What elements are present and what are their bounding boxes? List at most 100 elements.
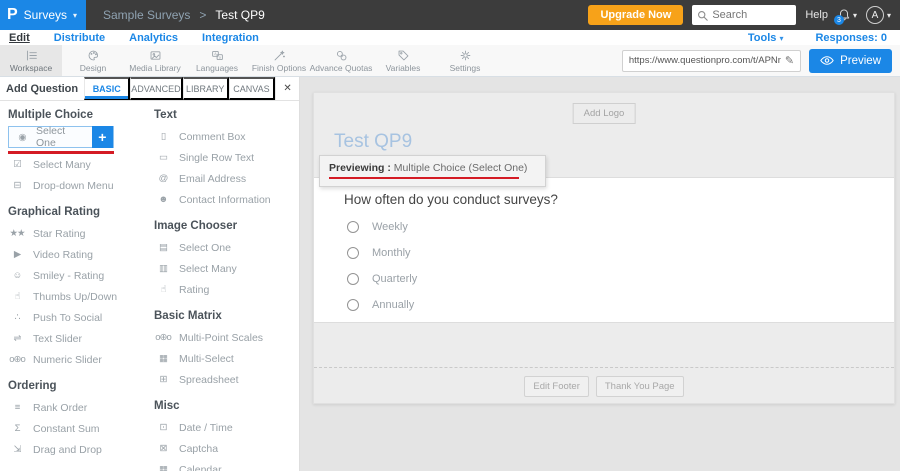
survey-menu-row: Edit Distribute Analytics Integration To… xyxy=(0,30,900,45)
menu-item-edit[interactable]: Edit xyxy=(9,32,30,44)
panel-item-drop-down-menu[interactable]: ⊟ Drop-down Menu xyxy=(8,175,154,196)
previewing-label: Previewing : xyxy=(329,162,391,174)
menu-item-distribute[interactable]: Distribute xyxy=(54,32,105,44)
eye-icon xyxy=(820,55,834,66)
radio-button[interactable] xyxy=(347,273,359,285)
option-row-quarterly: Quarterly xyxy=(347,266,894,292)
question-types-col-1: Multiple Choice ◉ Select One + ☑ Select … xyxy=(8,105,154,471)
media-library-icon xyxy=(149,49,162,62)
footer-dashed-divider xyxy=(314,367,894,368)
add-question-plus-button[interactable]: + xyxy=(92,126,113,148)
top-bar-actions: Upgrade Now Help 3 ▾ A ▾ xyxy=(588,5,900,25)
edit-toolbar: Workspace Design Media Library Aa Langua… xyxy=(0,45,900,77)
breadcrumb-parent[interactable]: Sample Surveys xyxy=(103,8,190,22)
radio-button[interactable] xyxy=(347,299,359,311)
global-search[interactable] xyxy=(692,5,796,25)
panel-item-text-slider[interactable]: ⇌ Text Slider xyxy=(8,328,154,349)
question-preview-panel: How often do you conduct surveys? Weekly… xyxy=(314,177,894,323)
radio-button[interactable] xyxy=(347,221,359,233)
panel-item-calendar[interactable]: ▦ Calendar xyxy=(154,459,299,471)
close-icon[interactable]: ✕ xyxy=(275,77,299,100)
survey-card-footer: Edit Footer Thank You Page xyxy=(314,323,894,403)
breadcrumb-separator: > xyxy=(199,8,206,22)
panel-item-thumbs-up-down[interactable]: ☝ Thumbs Up/Down xyxy=(8,286,154,307)
toolbar-item-languages[interactable]: Aa Languages xyxy=(186,45,248,76)
section-graphical-rating: Graphical Rating ★★ Star Rating ▶ Video … xyxy=(8,206,154,370)
toolbar-item-variables[interactable]: Variables xyxy=(372,45,434,76)
multi-select-icon: ▦ xyxy=(154,353,172,364)
menu-item-integration[interactable]: Integration xyxy=(202,32,259,44)
numeric-slider-icon: o⊕o xyxy=(8,354,26,365)
panel-item-rank-order[interactable]: ≡ Rank Order xyxy=(8,397,154,418)
tab-basic[interactable]: BASIC xyxy=(84,77,130,100)
panel-item-contact-information[interactable]: ☻ Contact Information xyxy=(154,189,299,210)
notification-count-badge: 3 xyxy=(834,15,844,25)
tools-menu[interactable]: Tools ▾ xyxy=(748,32,784,44)
option-row-monthly: Monthly xyxy=(347,240,894,266)
panel-item-video-rating[interactable]: ▶ Video Rating xyxy=(8,244,154,265)
panel-item-multi-select[interactable]: ▦ Multi-Select xyxy=(154,348,299,369)
panel-item-select-one[interactable]: ◉ Select One + xyxy=(8,126,114,148)
comment-box-icon: ▯ xyxy=(154,131,172,142)
panel-item-captcha[interactable]: ⊠ Captcha xyxy=(154,438,299,459)
image-select-many-icon: ▥ xyxy=(154,263,172,274)
footer-buttons: Edit Footer Thank You Page xyxy=(314,376,894,397)
panel-item-image-select-many[interactable]: ▥ Select Many xyxy=(154,258,299,279)
survey-url-input[interactable] xyxy=(629,55,781,66)
section-basic-matrix: Basic Matrix o⊕o Multi-Point Scales ▦ Mu… xyxy=(154,310,299,390)
chevron-down-icon: ▾ xyxy=(779,34,783,43)
survey-title: Test QP9 xyxy=(334,131,412,153)
panel-item-push-to-social[interactable]: ∴ Push To Social xyxy=(8,307,154,328)
chevron-down-icon: ▾ xyxy=(887,11,891,20)
panel-item-email-address[interactable]: @ Email Address xyxy=(154,168,299,189)
menu-item-analytics[interactable]: Analytics xyxy=(129,32,178,44)
notifications-menu[interactable]: 3 ▾ xyxy=(837,8,857,22)
toolbar-item-design[interactable]: Design xyxy=(62,45,124,76)
edit-footer-button[interactable]: Edit Footer xyxy=(524,376,588,397)
thank-you-page-button[interactable]: Thank You Page xyxy=(596,376,684,397)
toolbar-item-media-library[interactable]: Media Library xyxy=(124,45,186,76)
top-bar: P Surveys ▾ Sample Surveys > Test QP9 Up… xyxy=(0,0,900,30)
option-row-weekly: Weekly xyxy=(347,214,894,240)
previewing-value: Multiple Choice (Select One) xyxy=(391,162,528,174)
tab-advanced[interactable]: ADVANCED xyxy=(130,77,182,100)
panel-item-single-row-text[interactable]: ▭ Single Row Text xyxy=(154,147,299,168)
panel-item-comment-box[interactable]: ▯ Comment Box xyxy=(154,126,299,147)
search-input[interactable] xyxy=(712,9,790,21)
tab-library[interactable]: LIBRARY xyxy=(183,77,229,100)
checkbox-select-many-icon: ☑ xyxy=(8,159,26,170)
panel-item-image-rating[interactable]: ☝ Rating xyxy=(154,279,299,300)
push-to-social-icon: ∴ xyxy=(8,312,26,323)
breadcrumb-current[interactable]: Test QP9 xyxy=(215,8,264,22)
panel-item-select-many[interactable]: ☑ Select Many xyxy=(8,154,154,175)
surveys-product-menu[interactable]: P Surveys ▾ xyxy=(0,0,86,30)
toolbar-item-workspace[interactable]: Workspace xyxy=(0,45,62,76)
radio-button[interactable] xyxy=(347,247,359,259)
survey-preview-area: Add Logo Test QP9 Previewing : Multiple … xyxy=(300,77,900,471)
help-link[interactable]: Help xyxy=(805,9,828,21)
panel-item-numeric-slider[interactable]: o⊕o Numeric Slider xyxy=(8,349,154,370)
toolbar-item-advance-quotas[interactable]: Advance Quotas xyxy=(310,45,372,76)
variables-tag-icon xyxy=(397,49,410,62)
responses-count-link[interactable]: Responses: 0 xyxy=(815,32,887,44)
questionpro-logo: P xyxy=(7,6,18,24)
toolbar-item-settings[interactable]: Settings xyxy=(434,45,496,76)
panel-item-drag-and-drop[interactable]: ⇲ Drag and Drop xyxy=(8,439,154,460)
panel-item-date-time[interactable]: ⊡ Date / Time xyxy=(154,417,299,438)
panel-item-multi-point-scales[interactable]: o⊕o Multi-Point Scales xyxy=(154,327,299,348)
toolbar-item-finish-options[interactable]: Finish Options xyxy=(248,45,310,76)
panel-item-smiley-rating[interactable]: ☺ Smiley - Rating xyxy=(8,265,154,286)
upgrade-now-button[interactable]: Upgrade Now xyxy=(588,5,683,25)
tab-canvas[interactable]: CANVAS xyxy=(229,77,275,100)
preview-button[interactable]: Preview xyxy=(809,49,892,73)
panel-item-constant-sum[interactable]: Σ Constant Sum xyxy=(8,418,154,439)
workspace-icon xyxy=(25,49,38,62)
panel-item-star-rating[interactable]: ★★ Star Rating xyxy=(8,223,154,244)
section-image-chooser: Image Chooser ▤ Select One ▥ Select Many… xyxy=(154,220,299,300)
panel-item-image-select-one[interactable]: ▤ Select One xyxy=(154,237,299,258)
edit-url-pencil-icon[interactable]: ✎ xyxy=(785,54,794,67)
panel-item-spreadsheet[interactable]: ⊞ Spreadsheet xyxy=(154,369,299,390)
add-logo-button[interactable]: Add Logo xyxy=(573,103,636,124)
account-menu[interactable]: A ▾ xyxy=(866,6,891,24)
chevron-down-icon: ▾ xyxy=(853,11,857,20)
